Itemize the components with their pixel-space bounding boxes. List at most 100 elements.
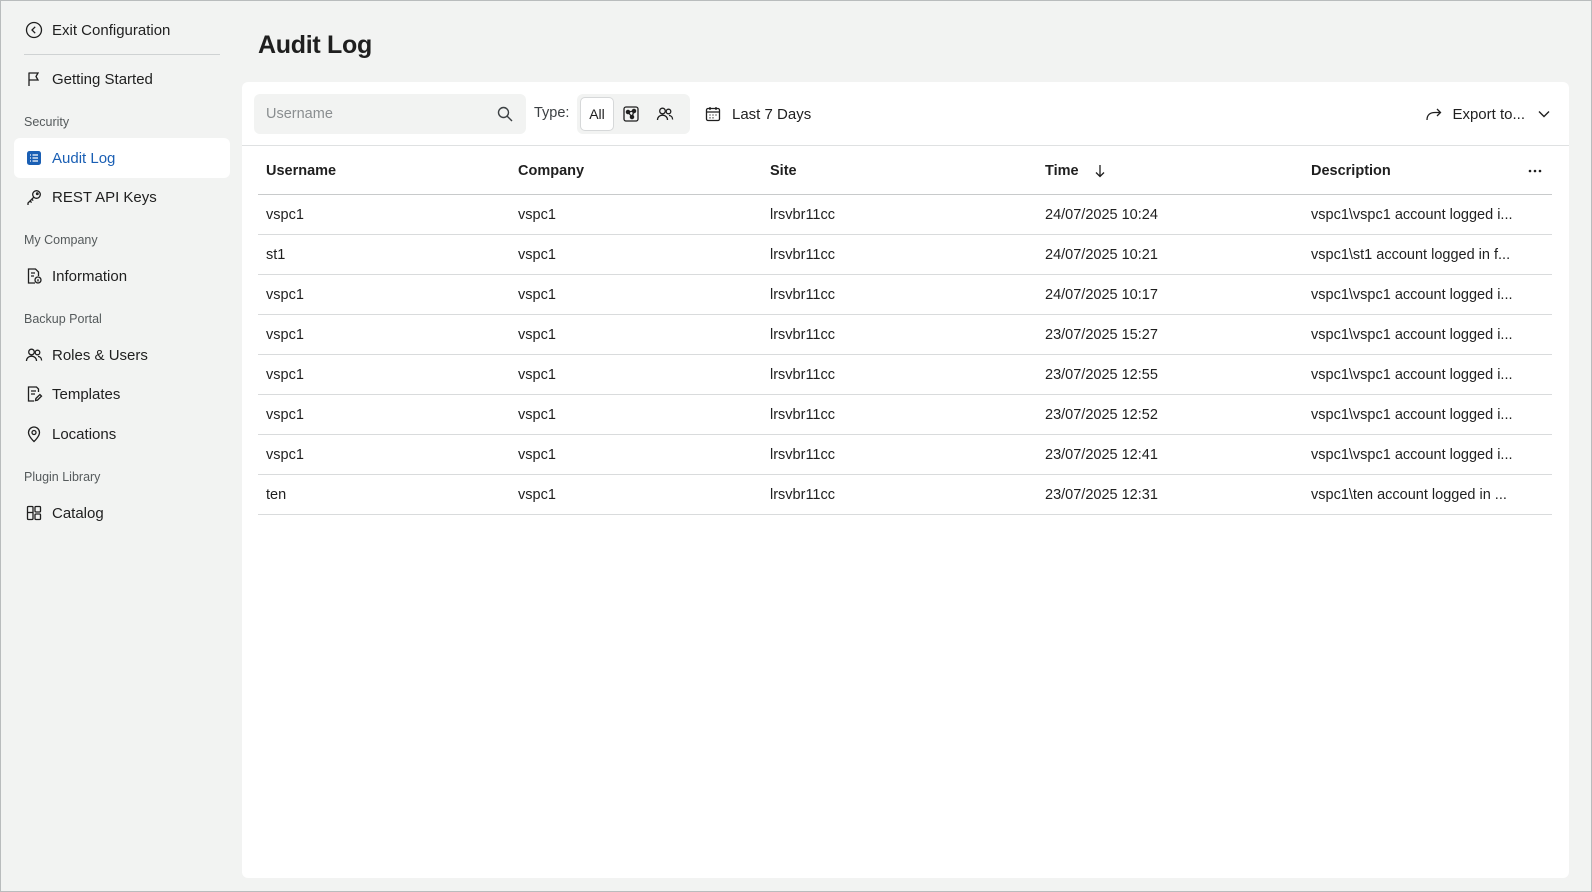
cell-username: ten [266,486,287,503]
cell-site: lrsvbr11cc [770,326,835,343]
cell-description: vspc1\st1 account logged in f... [1311,246,1511,263]
export-button[interactable]: Export to... [1424,94,1551,134]
sidebar-item-roles-users[interactable]: Roles & Users [14,335,230,375]
table-row[interactable]: vspc1 vspc1 lrsvbr11cc 23/07/2025 12:52 vspc… [258,395,1552,435]
column-header-company[interactable]: Company [510,163,762,179]
cell-username: st1 [266,246,286,263]
search-icon[interactable] [496,105,514,123]
cell-description: vspc1\vspc1 account logged i... [1311,406,1513,423]
location-pin-icon [25,425,43,443]
flag-icon [25,70,43,88]
company-icon [622,105,640,123]
table-row[interactable]: vspc1 vspc1 lrsvbr11cc 24/07/2025 10:24 vspc… [258,195,1552,235]
sidebar-item-label: REST API Keys [52,188,157,206]
catalog-icon [25,504,43,522]
cell-description: vspc1\vspc1 account logged i... [1311,326,1513,343]
sidebar-item-label: Catalog [52,504,104,522]
exit-configuration-button[interactable]: Exit Configuration [14,10,230,50]
search-input[interactable] [266,106,496,122]
sidebar-item-audit-log[interactable]: Audit Log [14,138,230,178]
section-label-security: Security [24,115,70,129]
cell-site: lrsvbr11cc [770,366,835,383]
cell-time: 23/07/2025 12:55 [1045,366,1158,383]
cell-time: 23/07/2025 12:52 [1045,406,1158,423]
cell-time: 24/07/2025 10:17 [1045,286,1158,303]
date-range-label: Last 7 Days [732,105,812,123]
users-icon [656,105,674,123]
section-label-backup-portal: Backup Portal [24,312,102,326]
column-header-username[interactable]: Username [258,163,510,179]
sidebar-divider [24,54,220,55]
cell-company: vspc1 [518,246,556,263]
cell-company: vspc1 [518,486,556,503]
sidebar-item-rest-api-keys[interactable]: REST API Keys [14,177,230,217]
type-filter-company[interactable] [614,97,648,131]
list-icon [25,149,43,167]
table-row[interactable]: ten vspc1 lrsvbr11cc 23/07/2025 12:31 vspc1\… [258,475,1552,515]
column-header-description[interactable]: Description [1303,162,1552,180]
cell-company: vspc1 [518,286,556,303]
cell-site: lrsvbr11cc [770,206,835,223]
toolbar: Type: All Last 7 Days [242,82,1569,146]
sidebar-item-information[interactable]: Information [14,256,230,296]
sort-descending-icon [1093,164,1107,178]
app-window: Exit Configuration Getting Started Secur… [0,0,1592,892]
section-label-my-company: My Company [24,233,98,247]
cell-company: vspc1 [518,446,556,463]
table-row[interactable]: vspc1 vspc1 lrsvbr11cc 23/07/2025 12:41 vspc… [258,435,1552,475]
more-options-icon[interactable] [1526,162,1544,180]
cell-time: 23/07/2025 12:41 [1045,446,1158,463]
key-icon [25,188,43,206]
search-box [254,94,526,134]
cell-username: vspc1 [266,286,304,303]
cell-time: 23/07/2025 12:31 [1045,486,1158,503]
sidebar: Exit Configuration Getting Started Secur… [1,1,237,891]
type-filter-all[interactable]: All [580,97,614,131]
column-header-site[interactable]: Site [762,163,1035,179]
type-filter-label: Type: [534,105,570,121]
column-header-description-label: Description [1311,162,1391,179]
table-row[interactable]: vspc1 vspc1 lrsvbr11cc 24/07/2025 10:17 vspc… [258,275,1552,315]
cell-username: vspc1 [266,366,304,383]
calendar-icon [704,105,722,123]
cell-description: vspc1\vspc1 account logged i... [1311,366,1513,383]
cell-description: vspc1\ten account logged in ... [1311,486,1507,503]
export-label: Export to... [1452,105,1525,123]
sidebar-item-templates[interactable]: Templates [14,374,230,414]
audit-log-table: Username Company Site Time Description v… [258,147,1552,515]
cell-company: vspc1 [518,366,556,383]
cell-site: lrsvbr11cc [770,446,835,463]
sidebar-item-label: Roles & Users [52,346,148,364]
cell-username: vspc1 [266,326,304,343]
table-row[interactable]: vspc1 vspc1 lrsvbr11cc 23/07/2025 12:55 vspc… [258,355,1552,395]
users-icon [25,346,43,364]
cell-username: vspc1 [266,206,304,223]
section-label-plugin-library: Plugin Library [24,470,101,484]
share-arrow-icon [1424,105,1444,123]
type-filter-users[interactable] [648,97,682,131]
exit-configuration-label: Exit Configuration [52,21,171,39]
date-range-button[interactable]: Last 7 Days [704,94,811,134]
table-row[interactable]: st1 vspc1 lrsvbr11cc 24/07/2025 10:21 vspc1\… [258,235,1552,275]
column-header-time[interactable]: Time [1035,163,1303,179]
sidebar-item-label: Templates [52,385,121,403]
cell-description: vspc1\vspc1 account logged i... [1311,206,1513,223]
sidebar-item-getting-started[interactable]: Getting Started [14,59,230,99]
cell-company: vspc1 [518,406,556,423]
table-row[interactable]: vspc1 vspc1 lrsvbr11cc 23/07/2025 15:27 vspc… [258,315,1552,355]
audit-log-panel: Type: All Last 7 Days [242,82,1569,878]
cell-time: 23/07/2025 15:27 [1045,326,1158,343]
cell-username: vspc1 [266,406,304,423]
cell-time: 24/07/2025 10:24 [1045,206,1158,223]
table-body: vspc1 vspc1 lrsvbr11cc 24/07/2025 10:24 vspc… [258,195,1552,515]
column-header-time-label: Time [1045,162,1079,179]
cell-time: 24/07/2025 10:21 [1045,246,1158,263]
chevron-down-icon [1537,107,1551,121]
cell-username: vspc1 [266,446,304,463]
sidebar-item-locations[interactable]: Locations [14,414,230,454]
cell-site: lrsvbr11cc [770,406,835,423]
cell-site: lrsvbr11cc [770,486,835,503]
sidebar-item-label: Locations [52,425,117,443]
type-filter-group: All [577,94,690,134]
sidebar-item-catalog[interactable]: Catalog [14,493,230,533]
